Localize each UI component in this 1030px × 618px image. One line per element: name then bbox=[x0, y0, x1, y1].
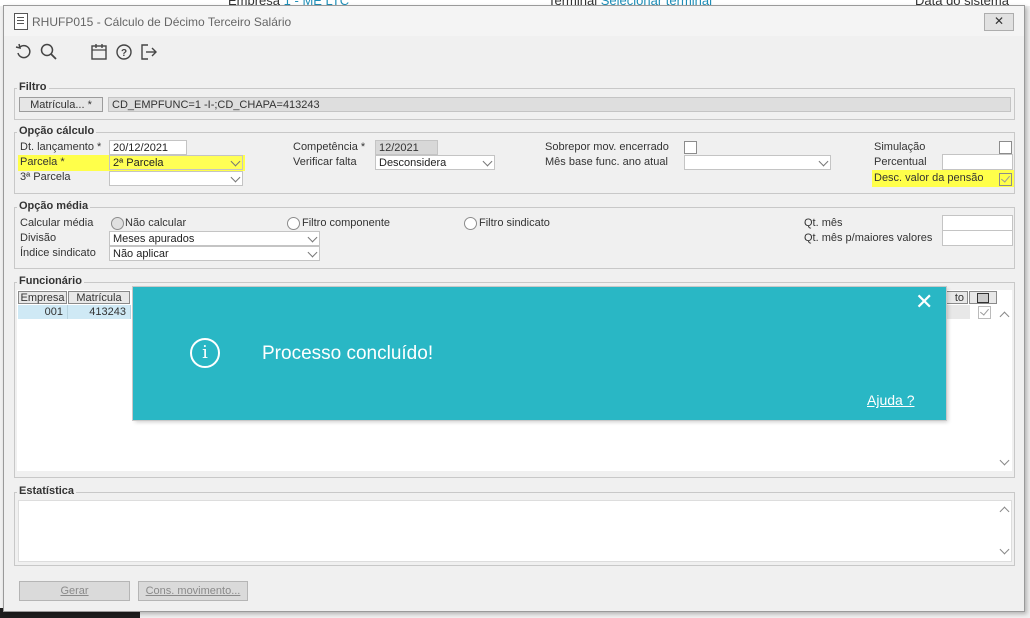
verificar-falta-value: Desconsidera bbox=[379, 157, 447, 169]
terceira-parcela-label: 3ª Parcela bbox=[20, 171, 71, 183]
simulacao-label: Simulação bbox=[874, 141, 926, 153]
filter-expression-field[interactable]: CD_EMPFUNC=1 -I-;CD_CHAPA=413243 bbox=[108, 97, 1011, 112]
radio-filtro-componente[interactable] bbox=[287, 217, 300, 230]
estatistica-textarea[interactable] bbox=[18, 500, 1012, 562]
estatistica-title: Estatística bbox=[17, 485, 77, 497]
desc-pensao-checkbox[interactable] bbox=[999, 173, 1012, 186]
cons-movimento-button[interactable]: Cons. movimento... bbox=[138, 581, 248, 601]
indice-sindicato-select[interactable]: Não aplicar bbox=[109, 246, 320, 261]
matricula-button[interactable]: Matrícula... * bbox=[19, 97, 103, 112]
sobrepor-label: Sobrepor mov. encerrado bbox=[545, 141, 669, 153]
svg-text:?: ? bbox=[121, 48, 127, 59]
desc-pensao-label: Desc. valor da pensão bbox=[874, 172, 984, 184]
chevron-down-icon bbox=[482, 156, 493, 167]
column-empresa[interactable]: Empresa bbox=[18, 291, 67, 304]
radio-filtro-sindicato-label: Filtro sindicato bbox=[479, 217, 550, 229]
filtro-group: Filtro Matrícula... * CD_EMPFUNC=1 -I-;C… bbox=[14, 81, 1015, 120]
parcela-label: Parcela * bbox=[20, 156, 65, 168]
refresh-icon[interactable] bbox=[15, 43, 33, 61]
verificar-falta-label: Verificar falta bbox=[293, 156, 357, 168]
calcular-media-label: Calcular média bbox=[20, 217, 94, 229]
calendar-icon[interactable] bbox=[90, 43, 108, 61]
sobrepor-checkbox[interactable] bbox=[684, 141, 697, 154]
parcela-select[interactable]: 2ª Parcela bbox=[109, 155, 243, 170]
row-select-checkbox[interactable] bbox=[978, 306, 991, 319]
qt-mes-field[interactable] bbox=[942, 215, 1013, 231]
select-all-checkbox-icon bbox=[977, 293, 989, 303]
mes-base-select[interactable] bbox=[684, 155, 831, 170]
chevron-down-icon bbox=[307, 232, 318, 243]
row-empresa-cell[interactable]: 001 bbox=[18, 305, 68, 319]
simulacao-checkbox[interactable] bbox=[999, 141, 1012, 154]
close-icon[interactable]: ✕ bbox=[915, 291, 933, 313]
parcela-value: 2ª Parcela bbox=[113, 157, 164, 169]
mes-base-label: Mês base func. ano atual bbox=[545, 156, 668, 168]
search-icon[interactable] bbox=[40, 43, 58, 61]
radio-nao-calcular[interactable] bbox=[111, 217, 124, 230]
help-link[interactable]: Ajuda ? bbox=[867, 392, 914, 408]
window-close-button[interactable]: ✕ bbox=[984, 13, 1014, 31]
opcao-calculo-title: Opção cálculo bbox=[17, 125, 97, 137]
terceira-parcela-select[interactable] bbox=[109, 171, 243, 186]
chevron-down-icon bbox=[818, 156, 829, 167]
verificar-falta-select[interactable]: Desconsidera bbox=[375, 155, 495, 170]
dt-lancamento-label: Dt. lançamento * bbox=[20, 141, 102, 153]
qt-mes-maiores-label: Qt. mês p/maiores valores bbox=[804, 232, 933, 244]
percentual-label: Percentual bbox=[874, 156, 927, 168]
percentual-field[interactable] bbox=[942, 154, 1013, 170]
gerar-button[interactable]: Gerar bbox=[19, 581, 130, 601]
exit-icon[interactable] bbox=[140, 43, 158, 61]
toast-message: Processo concluído! bbox=[262, 343, 434, 364]
divisao-value: Meses apurados bbox=[113, 233, 195, 245]
divisao-select[interactable]: Meses apurados bbox=[109, 231, 320, 246]
radio-nao-calcular-label: Não calcular bbox=[125, 217, 187, 229]
dt-lancamento-field[interactable]: 20/12/2021 bbox=[109, 140, 187, 155]
qt-mes-label: Qt. mês bbox=[804, 217, 843, 229]
competencia-label: Competência * bbox=[293, 141, 366, 153]
chevron-down-icon bbox=[230, 156, 241, 167]
opcao-media-title: Opção média bbox=[17, 200, 91, 212]
competencia-field[interactable]: 12/2021 bbox=[375, 140, 438, 155]
filtro-title: Filtro bbox=[17, 81, 49, 93]
column-matricula[interactable]: Matrícula bbox=[68, 291, 130, 304]
indice-sindicato-value: Não aplicar bbox=[113, 248, 169, 260]
process-toast: i Processo concluído! ✕ Ajuda ? bbox=[133, 287, 946, 420]
window-title: RHUFP015 - Cálculo de Décimo Terceiro Sa… bbox=[32, 15, 292, 29]
divisao-label: Divisão bbox=[20, 232, 57, 244]
document-icon bbox=[14, 13, 28, 30]
title-bar: RHUFP015 - Cálculo de Décimo Terceiro Sa… bbox=[4, 6, 1024, 36]
chevron-down-icon bbox=[230, 172, 241, 183]
radio-filtro-sindicato[interactable] bbox=[464, 217, 477, 230]
help-icon[interactable]: ? bbox=[115, 43, 133, 61]
chevron-down-icon bbox=[307, 247, 318, 258]
column-select-all[interactable] bbox=[969, 291, 997, 304]
row-partial-cell bbox=[944, 305, 970, 319]
row-matricula-cell[interactable]: 413243 bbox=[68, 305, 131, 319]
qt-mes-maiores-field[interactable] bbox=[942, 230, 1013, 246]
info-icon: i bbox=[190, 338, 220, 368]
radio-filtro-componente-label: Filtro componente bbox=[302, 217, 391, 229]
indice-sindicato-label: Índice sindicato bbox=[20, 247, 96, 259]
funcionario-title: Funcionário bbox=[17, 275, 84, 287]
